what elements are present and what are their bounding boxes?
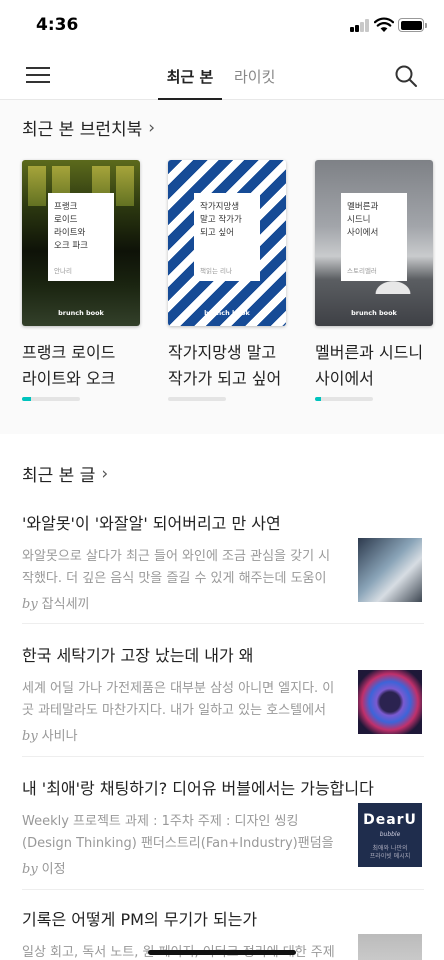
section-title: 최근 본 브런치북 — [22, 120, 143, 140]
book-cover[interactable]: 프랭크 로이드 라이트와 오크 파크 안나리 brunch book — [22, 160, 140, 326]
book-cover-label: 작가지망생 말고 작가가 되고 싶어 책읽는 리나 — [194, 193, 260, 281]
article-thumbnail — [358, 670, 422, 734]
cellular-signal-icon — [350, 19, 370, 32]
search-icon[interactable] — [394, 64, 418, 88]
article-title: 내 '최애'랑 채팅하기? 디어유 버블에서는 가능합니다 — [22, 779, 374, 798]
article-item[interactable]: 내 '최애'랑 채팅하기? 디어유 버블에서는 가능합니다 Weekly 프로젝… — [22, 775, 424, 890]
brunch-book-brand: brunch book — [58, 309, 104, 317]
home-indicator — [148, 950, 296, 955]
book-cover[interactable]: 작가지망생 말고 작가가 되고 싶어 책읽는 리나 brunch book — [168, 160, 286, 326]
book-cover[interactable]: 멜버른과 시드니 사이에서 스토리멜러 brunch book — [315, 160, 433, 326]
section-title: 최근 본 글 — [22, 466, 96, 486]
chevron-right-icon: › — [101, 463, 109, 484]
wifi-icon — [374, 17, 394, 32]
reading-progress-bar — [315, 397, 373, 401]
article-title: '와알못'이 '와잘알' 되어버리고 만 사연 — [22, 514, 281, 533]
status-time: 4:36 — [36, 15, 79, 35]
book-title[interactable]: 작가지망생 말고 작가가 되고 싶어 — [168, 340, 293, 392]
article-author: by 사비나 — [22, 729, 78, 744]
brunch-book-brand: brunch book — [204, 309, 250, 317]
book-cover-author: 스토리멜러 — [347, 267, 377, 275]
article-summary: Weekly 프로젝트 과제 : 1주차 주제 : 디자인 씽킹 (Design… — [22, 814, 334, 851]
recent-books-section: 최근 본 브런치북 › 프랭크 로이드 라이트와 오크 파크 안나리 brunc… — [0, 100, 444, 434]
recent-books-header[interactable]: 최근 본 브런치북 › — [22, 115, 156, 141]
status-bar: 4:36 — [0, 0, 444, 50]
article-item[interactable]: '와알못'이 '와잘알' 되어버리고 만 사연 와알못으로 살다가 최근 들어 … — [22, 510, 424, 624]
recent-articles-header[interactable]: 최근 본 글 › — [22, 461, 109, 487]
article-title: 기록은 어떻게 PM의 무기가 되는가 — [22, 910, 258, 929]
battery-icon — [398, 18, 427, 32]
book-cover-title: 프랭크 로이드 라이트와 오크 파크 — [54, 202, 88, 251]
tab-liked[interactable]: 라이킷 — [234, 66, 275, 87]
article-author: by 이정 — [22, 862, 66, 877]
article-thumbnail — [358, 934, 422, 960]
thumbnail-subtitle: bubble — [379, 831, 401, 838]
article-thumbnail: DearU bubble 최애와 나만의 프라이빗 메시지 — [358, 803, 422, 867]
reading-progress-bar — [168, 397, 226, 401]
article-item[interactable]: 한국 세탁기가 고장 났는데 내가 왜 세계 어딜 가나 가전제품은 대부분 삼… — [22, 642, 424, 757]
article-summary: 세계 어딜 가나 가전제품은 대부분 삼성 아니면 엘지다. 이곳 과테말라도 … — [22, 681, 335, 718]
book-title[interactable]: 멜버른과 시드니 사이에서 — [315, 340, 440, 392]
book-cover-title: 작가지망생 말고 작가가 되고 싶어 — [200, 202, 242, 238]
book-cover-author: 안나리 — [54, 267, 72, 275]
article-author: by 잡식세끼 — [22, 597, 90, 612]
book-cover-author: 책읽는 리나 — [200, 267, 232, 275]
thumbnail-title: DearU — [363, 812, 417, 828]
top-nav: 최근 본 라이킷 — [0, 50, 444, 100]
article-summary: 와알못으로 살다가 최근 들어 와인에 조금 관심을 갖기 시작했다. 더 깊은… — [22, 549, 331, 586]
chevron-right-icon: › — [148, 117, 156, 138]
reading-progress-bar — [22, 397, 80, 401]
book-cover-label: 프랭크 로이드 라이트와 오크 파크 안나리 — [48, 193, 114, 281]
menu-icon[interactable] — [26, 66, 50, 84]
tab-recent[interactable]: 최근 본 — [158, 66, 222, 100]
article-thumbnail — [358, 538, 422, 602]
article-title: 한국 세탁기가 고장 났는데 내가 왜 — [22, 646, 254, 665]
thumbnail-caption: 최애와 나만의 프라이빗 메시지 — [369, 845, 411, 860]
book-cover-label: 멜버른과 시드니 사이에서 스토리멜러 — [341, 193, 407, 281]
brunch-book-brand: brunch book — [351, 309, 397, 317]
book-title[interactable]: 프랭크 로이드 라이트와 오크 — [22, 340, 147, 392]
book-cover-title: 멜버른과 시드니 사이에서 — [347, 202, 379, 238]
